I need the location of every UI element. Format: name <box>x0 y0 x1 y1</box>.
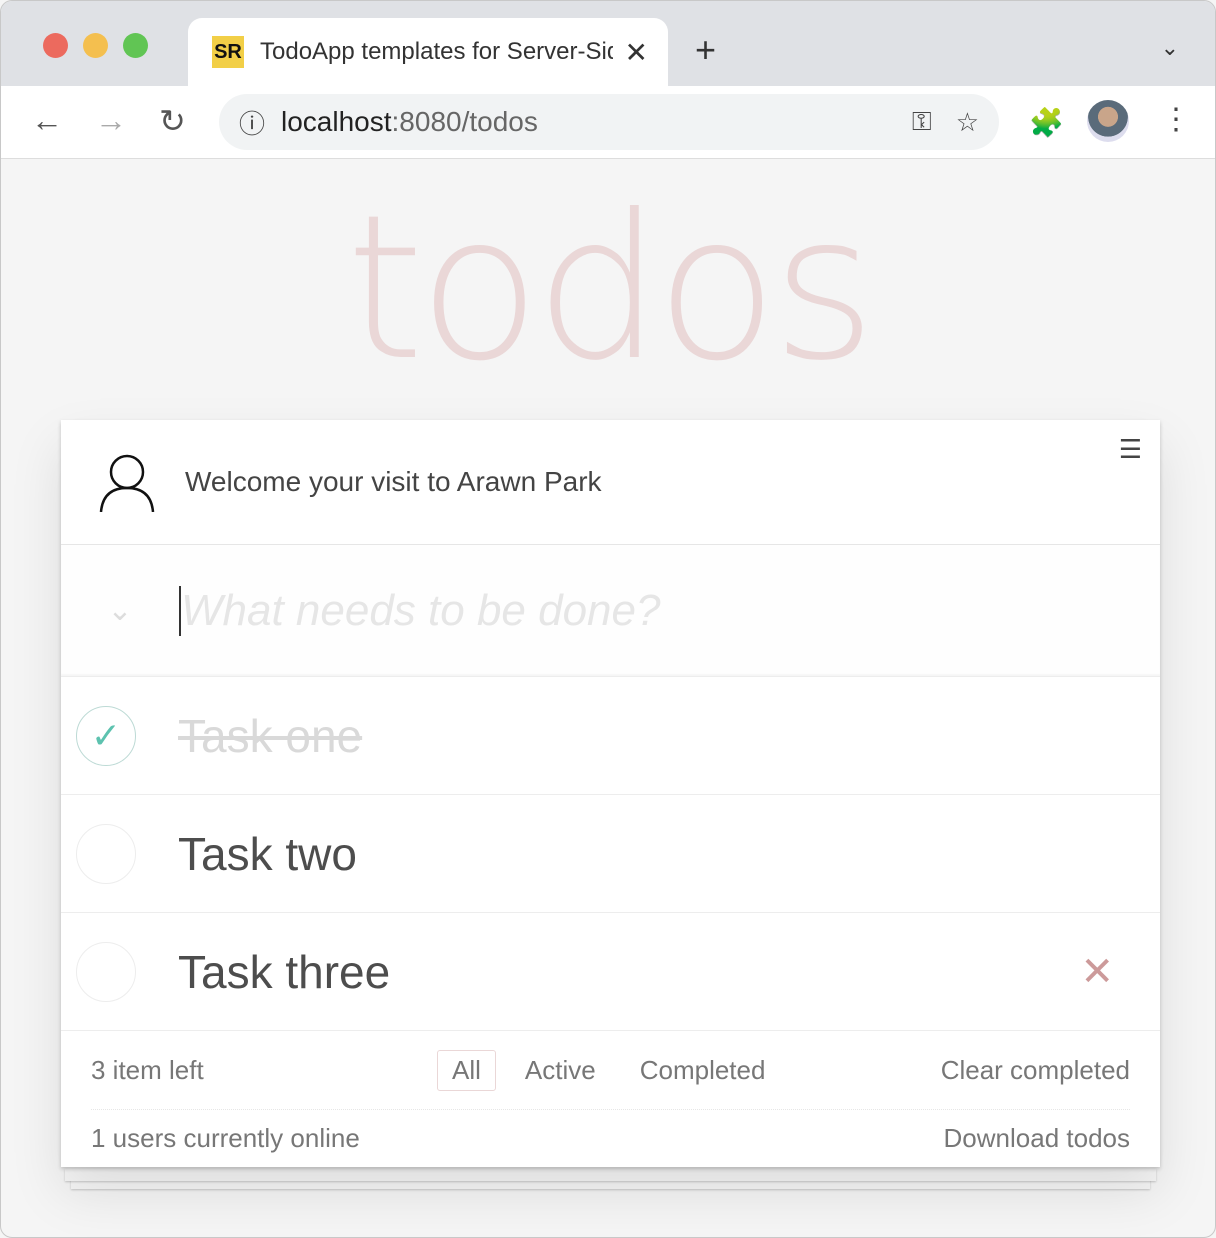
tab-bar: SR TodoApp templates for Server-Side Ren… <box>1 1 1215 86</box>
key-icon[interactable]: ⚿ <box>912 106 932 138</box>
filter-completed[interactable]: Completed <box>625 1050 781 1091</box>
online-users: 1 users currently online <box>91 1123 360 1153</box>
checkbox[interactable] <box>76 823 136 884</box>
filters: All Active Completed <box>437 1049 781 1091</box>
items-left-count: 3 item left <box>91 1054 204 1085</box>
checkbox-checked[interactable]: ✓ <box>76 705 136 766</box>
tab-title: TodoApp templates for Server-Side Render… <box>260 38 613 65</box>
user-header: Welcome your visit to Arawn Park ☰ <box>61 420 1160 545</box>
extensions-icon[interactable]: 🧩 <box>1029 106 1064 139</box>
checkbox[interactable] <box>76 941 136 1002</box>
todo-item: ✓ Task one <box>61 677 1160 795</box>
toggle-all-icon[interactable]: ⌄ <box>61 593 179 628</box>
welcome-message: Welcome your visit to Arawn Park <box>185 466 602 497</box>
user-icon <box>99 454 155 512</box>
reload-icon[interactable]: ↻ <box>159 102 186 140</box>
hamburger-menu-icon[interactable]: ☰ <box>1119 434 1142 465</box>
close-tab-icon[interactable]: ✕ <box>625 36 648 69</box>
address-bar[interactable]: ⓘ localhost:8080/todos ⚿ ☆ <box>219 94 999 150</box>
new-tab-icon[interactable]: + <box>695 29 716 71</box>
filter-all[interactable]: All <box>437 1049 496 1091</box>
star-icon[interactable]: ☆ <box>956 107 979 138</box>
minimize-window-button[interactable] <box>83 33 108 58</box>
browser-tab[interactable]: SR TodoApp templates for Server-Side Ren… <box>188 18 668 86</box>
stack-decoration <box>65 1169 1156 1181</box>
todo-label[interactable]: Task three <box>178 945 390 999</box>
profile-avatar[interactable] <box>1087 100 1129 142</box>
todo-label[interactable]: Task one <box>178 709 362 763</box>
url-text: localhost:8080/todos <box>281 106 888 138</box>
url-path: :8080/todos <box>391 106 538 137</box>
new-todo-input[interactable] <box>179 585 1160 636</box>
browser-toolbar: ← → ↻ ⓘ localhost:8080/todos ⚿ ☆ 🧩 ⋮ <box>1 86 1215 159</box>
url-host: localhost <box>281 106 392 137</box>
chevron-down-icon[interactable]: ⌄ <box>1161 35 1179 61</box>
maximize-window-button[interactable] <box>123 33 148 58</box>
todo-label[interactable]: Task two <box>178 827 357 881</box>
browser-window: SR TodoApp templates for Server-Side Ren… <box>0 0 1216 1238</box>
more-menu-icon[interactable]: ⋮ <box>1161 102 1191 137</box>
download-todos-link[interactable]: Download todos <box>944 1123 1130 1154</box>
new-todo-row: ⌄ <box>61 545 1160 677</box>
close-window-button[interactable] <box>43 33 68 58</box>
forward-icon[interactable]: → <box>95 102 127 139</box>
back-icon[interactable]: ← <box>31 102 63 139</box>
footer: 3 item left All Active Completed Clear c… <box>61 1031 1160 1167</box>
favicon-icon: SR <box>212 36 244 68</box>
todo-item: Task three ✕ <box>61 913 1160 1031</box>
delete-icon[interactable]: ✕ <box>1080 949 1114 995</box>
filter-active[interactable]: Active <box>510 1050 611 1091</box>
todo-item: Task two <box>61 795 1160 913</box>
clear-completed-button[interactable]: Clear completed <box>941 1055 1130 1086</box>
page-title: todos <box>345 172 876 405</box>
todo-app: Welcome your visit to Arawn Park ☰ ⌄ ✓ T… <box>61 420 1160 1167</box>
info-icon[interactable]: ⓘ <box>239 104 265 141</box>
